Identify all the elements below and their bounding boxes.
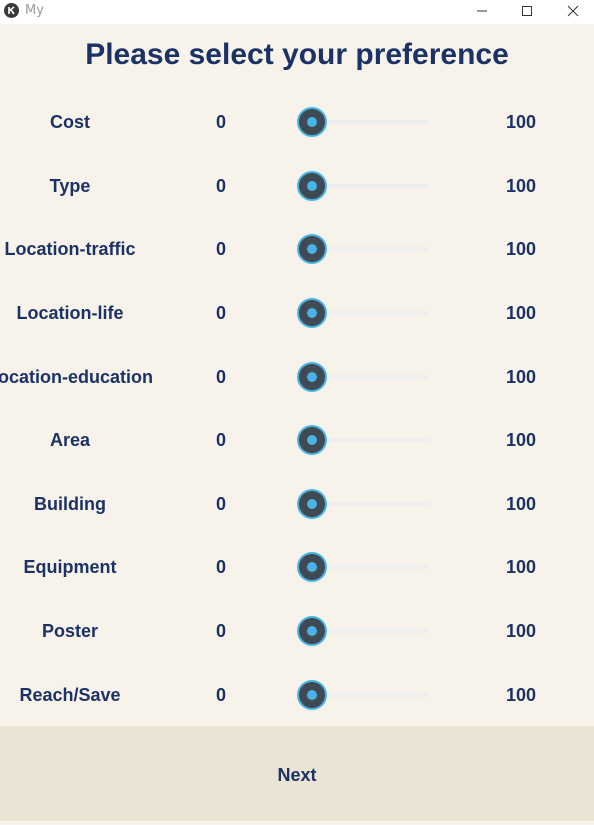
preference-row-building: Building 0 100: [0, 486, 594, 522]
preference-row-location-education: Location-education 0 100: [0, 359, 594, 395]
slider-thumb[interactable]: [297, 552, 327, 582]
area-slider[interactable]: [297, 425, 433, 455]
slider-thumb[interactable]: [297, 171, 327, 201]
preference-label: Location-traffic: [4, 239, 136, 259]
slider-track[interactable]: [312, 693, 429, 697]
slider-thumb[interactable]: [297, 298, 327, 328]
slider-track[interactable]: [312, 565, 429, 569]
slider-min-value: 0: [215, 176, 226, 196]
type-slider[interactable]: [297, 171, 433, 201]
slider-max-value: 100: [505, 239, 537, 259]
slider-min-value: 0: [215, 239, 226, 259]
location-life-slider[interactable]: [297, 298, 433, 328]
location-traffic-slider[interactable]: [297, 234, 433, 264]
slider-max-value: 100: [505, 430, 537, 450]
preference-label: Area: [49, 430, 91, 450]
preference-row-poster: Poster 0 100: [0, 613, 594, 649]
preference-label: Cost: [50, 112, 90, 132]
slider-max-value: 100: [505, 176, 537, 196]
slider-max-value: 100: [505, 112, 537, 132]
preference-row-cost: Cost 0 100: [0, 104, 594, 140]
preference-row-location-life: Location-life 0 100: [0, 295, 594, 331]
preference-row-type: Type 0 100: [0, 168, 594, 204]
equipment-slider[interactable]: [297, 552, 433, 582]
slider-min-value: 0: [215, 430, 226, 450]
slider-min-value: 0: [215, 494, 226, 514]
preference-label: Type: [49, 176, 91, 196]
slider-track[interactable]: [312, 184, 429, 188]
slider-max-value: 100: [505, 557, 537, 577]
minimize-icon: [477, 10, 487, 12]
slider-thumb[interactable]: [297, 425, 327, 455]
slider-thumb[interactable]: [297, 107, 327, 137]
window-titlebar: My: [0, 0, 594, 24]
preference-label: Building: [34, 494, 106, 514]
slider-track[interactable]: [312, 502, 429, 506]
slider-min-value: 0: [215, 112, 226, 132]
preference-label: Poster: [41, 621, 99, 641]
poster-slider[interactable]: [297, 616, 433, 646]
preference-row-equipment: Equipment 0 100: [0, 549, 594, 585]
close-button[interactable]: [550, 0, 594, 22]
building-slider[interactable]: [297, 489, 433, 519]
slider-thumb[interactable]: [297, 234, 327, 264]
location-education-slider[interactable]: [297, 362, 433, 392]
thumb-dot: [307, 117, 317, 127]
preference-row-reach-save: Reach/Save 0 100: [0, 677, 594, 713]
slider-max-value: 100: [505, 685, 537, 705]
slider-track[interactable]: [312, 311, 429, 315]
slider-track[interactable]: [312, 375, 429, 379]
thumb-dot: [307, 308, 317, 318]
maximize-button[interactable]: [504, 0, 550, 22]
slider-thumb[interactable]: [297, 362, 327, 392]
preference-label: Reach/Save: [19, 685, 121, 705]
maximize-icon: [522, 6, 532, 16]
thumb-dot: [307, 435, 317, 445]
preference-label: Location-education: [0, 367, 153, 387]
slider-thumb[interactable]: [297, 616, 327, 646]
close-icon: [567, 5, 579, 17]
thumb-dot: [307, 244, 317, 254]
preference-row-location-traffic: Location-traffic 0 100: [0, 231, 594, 267]
slider-max-value: 100: [505, 303, 537, 323]
slider-min-value: 0: [215, 557, 226, 577]
slider-track[interactable]: [312, 120, 429, 124]
reach-save-slider[interactable]: [297, 680, 433, 710]
preference-label: Equipment: [23, 557, 117, 577]
next-button[interactable]: Next: [0, 726, 594, 821]
slider-thumb[interactable]: [297, 489, 327, 519]
preference-row-area: Area 0 100: [0, 422, 594, 458]
slider-max-value: 100: [505, 621, 537, 641]
thumb-dot: [307, 562, 317, 572]
page-title: Please select your preference: [85, 38, 509, 71]
slider-track[interactable]: [312, 438, 429, 442]
thumb-dot: [307, 372, 317, 382]
window-title: My: [25, 3, 44, 18]
slider-min-value: 0: [215, 303, 226, 323]
slider-min-value: 0: [215, 367, 226, 387]
thumb-dot: [307, 626, 317, 636]
slider-max-value: 100: [505, 367, 537, 387]
kivy-app-icon: [4, 3, 19, 18]
minimize-button[interactable]: [459, 0, 505, 22]
slider-track[interactable]: [312, 247, 429, 251]
footer-bar: Next: [0, 726, 594, 821]
slider-thumb[interactable]: [297, 680, 327, 710]
thumb-dot: [307, 690, 317, 700]
slider-max-value: 100: [505, 494, 537, 514]
preference-label: Location-life: [16, 303, 124, 323]
slider-min-value: 0: [215, 621, 226, 641]
cost-slider[interactable]: [297, 107, 433, 137]
thumb-dot: [307, 181, 317, 191]
thumb-dot: [307, 499, 317, 509]
slider-track[interactable]: [312, 629, 429, 633]
slider-min-value: 0: [215, 685, 226, 705]
